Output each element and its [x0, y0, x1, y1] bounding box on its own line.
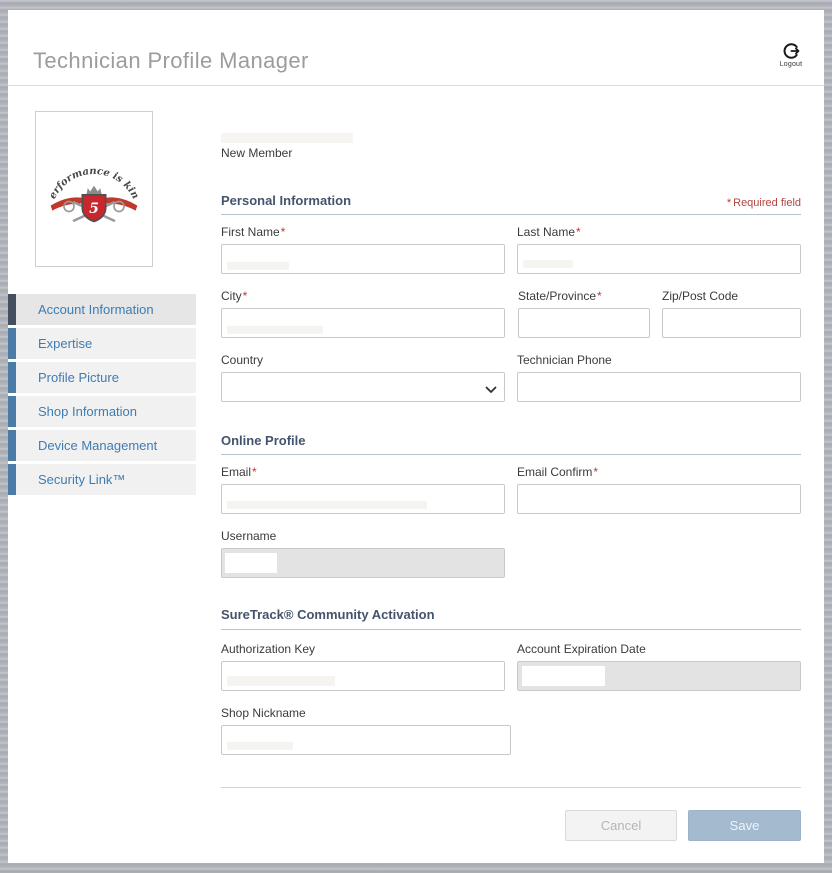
shop-nickname-input[interactable]	[221, 725, 511, 755]
cancel-button[interactable]: Cancel	[565, 810, 677, 841]
country-select[interactable]	[221, 372, 505, 402]
sidebar-item-label: Account Information	[38, 302, 154, 317]
field-email: Email*	[221, 465, 505, 514]
section-rule	[221, 629, 801, 630]
sidebar-item-security-link[interactable]: Security Link™	[8, 464, 196, 495]
sidebar-nav: Account Information Expertise Profile Pi…	[8, 294, 196, 498]
section-rule	[221, 454, 801, 455]
first-name-input[interactable]	[221, 244, 505, 274]
required-asterisk: *	[252, 465, 257, 479]
required-asterisk: *	[243, 289, 248, 303]
state-province-label: State/Province	[518, 289, 596, 303]
field-email-confirm: Email Confirm*	[517, 465, 801, 514]
required-field-note: *Required field	[727, 197, 801, 209]
section-title-personal: Personal Information	[221, 193, 351, 208]
redacted-member-name	[221, 133, 353, 143]
field-zip-post-code: Zip/Post Code	[662, 289, 801, 338]
field-account-expiration-date: Account Expiration Date	[517, 642, 801, 691]
sidebar-item-label: Device Management	[38, 438, 157, 453]
sidebar-item-label: Profile Picture	[38, 370, 119, 385]
required-asterisk: *	[727, 197, 731, 209]
field-city: City*	[221, 289, 505, 338]
field-last-name: Last Name*	[517, 225, 801, 274]
field-state-province: State/Province*	[518, 289, 650, 338]
profile-picture: performance is king 5	[35, 111, 153, 267]
zip-post-code-input[interactable]	[662, 308, 801, 338]
performance-is-king-logo: performance is king 5	[44, 147, 144, 231]
field-technician-phone: Technician Phone	[517, 353, 801, 402]
sidebar-item-device-management[interactable]: Device Management	[8, 430, 196, 461]
field-first-name: First Name*	[221, 225, 505, 274]
authorization-key-label: Authorization Key	[221, 642, 315, 656]
last-name-label: Last Name	[517, 225, 575, 239]
sidebar-item-profile-picture[interactable]: Profile Picture	[8, 362, 196, 393]
field-authorization-key: Authorization Key	[221, 642, 505, 691]
email-confirm-input[interactable]	[517, 484, 801, 514]
username-label: Username	[221, 529, 276, 543]
required-asterisk: *	[576, 225, 581, 239]
section-rule	[221, 214, 801, 215]
technician-phone-label: Technician Phone	[517, 353, 612, 367]
required-note-text: Required field	[733, 197, 801, 209]
required-asterisk: *	[593, 465, 598, 479]
save-button[interactable]: Save	[688, 810, 801, 841]
sidebar-item-label: Expertise	[38, 336, 92, 351]
field-shop-nickname: Shop Nickname	[221, 706, 511, 755]
account-expiration-date-input	[517, 661, 801, 691]
required-asterisk: *	[597, 289, 602, 303]
city-label: City	[221, 289, 242, 303]
section-title-suretrack: SureTrack® Community Activation	[221, 607, 435, 622]
sidebar-item-expertise[interactable]: Expertise	[8, 328, 196, 359]
footer-divider	[221, 787, 801, 788]
city-input[interactable]	[221, 308, 505, 338]
svg-text:5: 5	[89, 201, 99, 217]
state-province-input[interactable]	[518, 308, 650, 338]
country-label: Country	[221, 353, 263, 367]
member-status: New Member	[221, 146, 292, 160]
required-asterisk: *	[281, 225, 286, 239]
technician-phone-input[interactable]	[517, 372, 801, 402]
form-content: New Member Personal Information *Require…	[221, 10, 801, 863]
username-input	[221, 548, 505, 578]
sidebar-item-label: Shop Information	[38, 404, 137, 419]
sidebar-item-shop-information[interactable]: Shop Information	[8, 396, 196, 427]
email-input[interactable]	[221, 484, 505, 514]
account-expiration-date-label: Account Expiration Date	[517, 642, 646, 656]
section-title-online-profile: Online Profile	[221, 433, 306, 448]
field-username: Username	[221, 529, 505, 578]
main-window: Technician Profile Manager Logout perfor…	[8, 10, 824, 863]
field-country: Country	[221, 353, 505, 402]
first-name-label: First Name	[221, 225, 280, 239]
authorization-key-input[interactable]	[221, 661, 505, 691]
email-confirm-label: Email Confirm	[517, 465, 592, 479]
last-name-input[interactable]	[517, 244, 801, 274]
sidebar-item-account-information[interactable]: Account Information	[8, 294, 196, 325]
email-label: Email	[221, 465, 251, 479]
zip-post-code-label: Zip/Post Code	[662, 289, 738, 303]
shop-nickname-label: Shop Nickname	[221, 706, 306, 720]
sidebar-item-label: Security Link™	[38, 472, 125, 487]
